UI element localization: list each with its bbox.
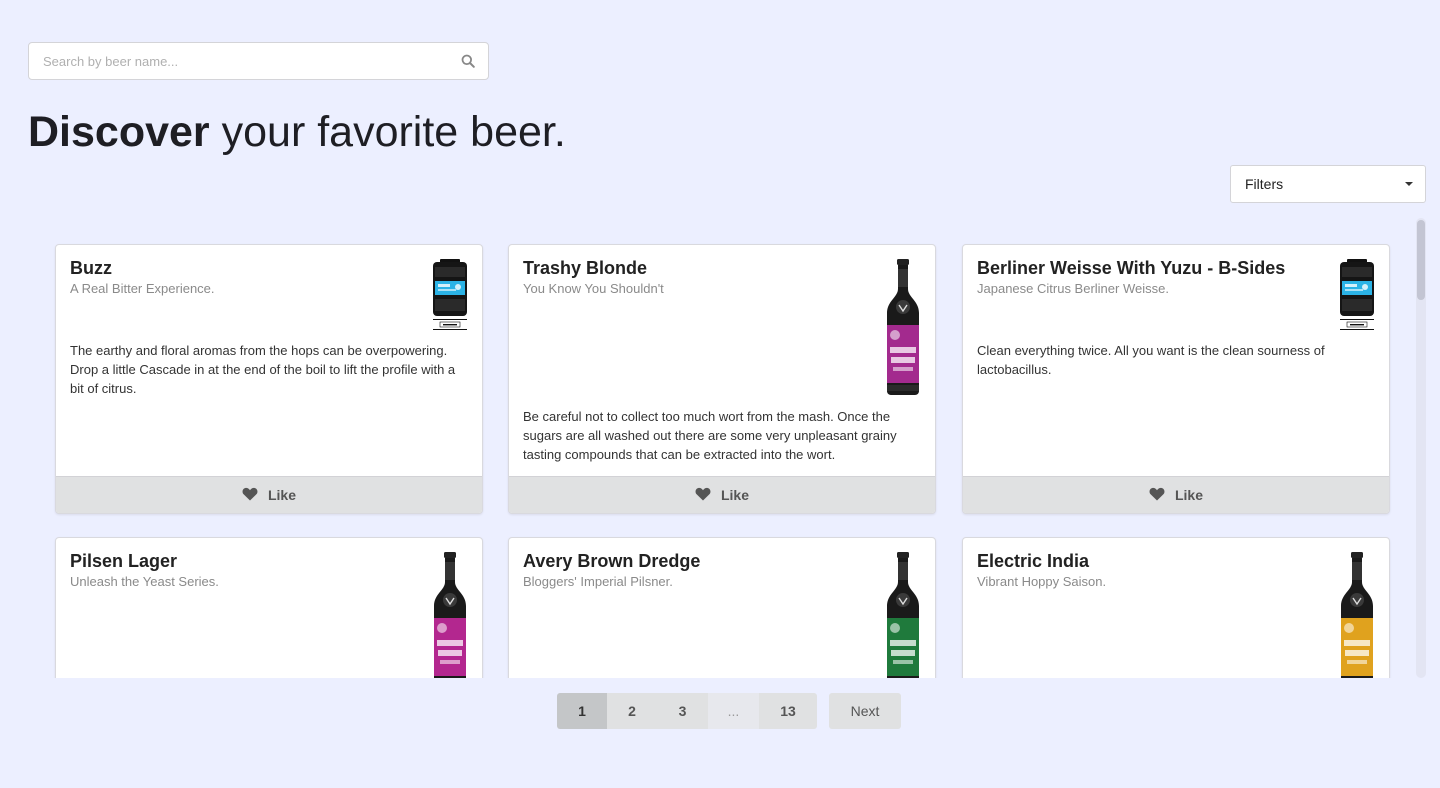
beer-keg-image — [1339, 259, 1375, 336]
beer-bottle-image — [885, 259, 921, 400]
beer-bottle-image — [1339, 552, 1375, 678]
heart-icon — [242, 487, 258, 504]
beer-keg-image — [432, 259, 468, 336]
like-label: Like — [720, 487, 749, 503]
search-input[interactable] — [43, 53, 460, 69]
beer-tagline: Japanese Citrus Berliner Weisse. — [977, 281, 1169, 296]
beer-name: Buzz — [70, 258, 112, 278]
heart-icon — [695, 487, 711, 504]
pagination: 1 2 3 ... 13 Next — [557, 693, 901, 729]
like-button[interactable]: Like — [56, 476, 482, 513]
search-box[interactable] — [28, 42, 489, 80]
page-button-1[interactable]: 1 — [557, 693, 607, 729]
like-label: Like — [267, 487, 296, 503]
page-button-2[interactable]: 2 — [607, 693, 657, 729]
page-button-3[interactable]: 3 — [657, 693, 708, 729]
scrollbar-thumb[interactable] — [1417, 220, 1425, 300]
next-page-button[interactable]: Next — [829, 693, 901, 729]
page-title-light: your favorite beer. — [209, 108, 566, 156]
beer-tagline: Bloggers' Imperial Pilsner. — [523, 574, 673, 589]
caret-down-icon — [1405, 182, 1413, 186]
beer-name: Berliner Weisse With Yuzu - B-Sides — [977, 258, 1286, 278]
beer-description: Clean everything twice. All you want is … — [977, 343, 1325, 377]
scrollbar[interactable] — [1416, 218, 1426, 678]
beer-card: Trashy Blonde You Know You Shouldn't Be … — [508, 244, 936, 514]
beer-name: Electric India — [977, 551, 1090, 571]
page-button-13[interactable]: 13 — [759, 693, 817, 729]
beer-name: Avery Brown Dredge — [523, 551, 701, 571]
like-button[interactable]: Like — [509, 476, 935, 513]
heart-icon — [1149, 487, 1165, 504]
beer-description: Be careful not to collect too much wort … — [523, 409, 897, 462]
beer-name: Trashy Blonde — [523, 258, 648, 278]
beer-tagline: You Know You Shouldn't — [523, 281, 664, 296]
like-label: Like — [1174, 487, 1203, 503]
beer-tagline: A Real Bitter Experience. — [70, 281, 215, 296]
filters-label: Filters — [1245, 176, 1284, 192]
page-ellipsis: ... — [708, 693, 759, 729]
beer-list[interactable]: Buzz A Real Bitter Experience. The earth… — [28, 218, 1428, 678]
beer-card: Electric India Vibrant Hoppy Saison. — [962, 537, 1390, 678]
beer-card: Berliner Weisse With Yuzu - B-Sides Japa… — [962, 244, 1390, 514]
beer-card: Buzz A Real Bitter Experience. The earth… — [55, 244, 483, 514]
beer-tagline: Unleash the Yeast Series. — [70, 574, 219, 589]
page: Discover your favorite beer. Filters Buz… — [0, 0, 1440, 788]
beer-description: The earthy and floral aromas from the ho… — [70, 343, 456, 396]
page-title-strong: Discover — [28, 108, 210, 156]
beer-card: Pilsen Lager Unleash the Yeast Series. — [55, 537, 483, 678]
filters-dropdown[interactable]: Filters — [1230, 165, 1426, 203]
beer-tagline: Vibrant Hoppy Saison. — [977, 574, 1107, 589]
beer-card: Avery Brown Dredge Bloggers' Imperial Pi… — [508, 537, 936, 678]
page-title: Discover your favorite beer. — [28, 106, 566, 158]
beer-bottle-image — [885, 552, 921, 678]
beer-bottle-image — [432, 552, 468, 678]
search-icon[interactable] — [460, 53, 476, 69]
beer-name: Pilsen Lager — [70, 551, 178, 571]
like-button[interactable]: Like — [963, 476, 1389, 513]
